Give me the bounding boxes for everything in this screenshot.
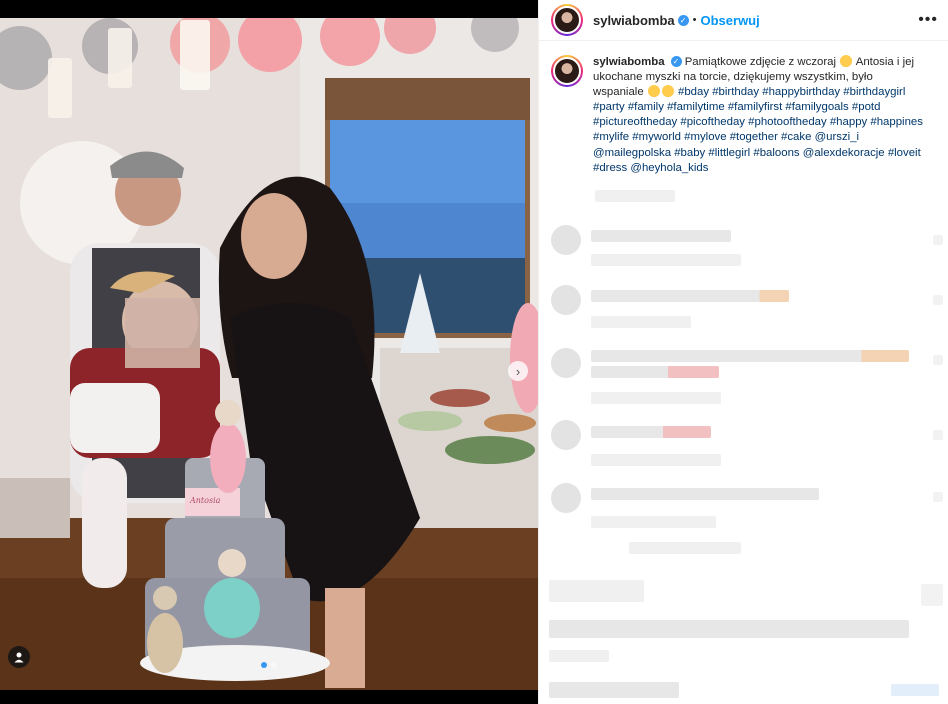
blurred-replies bbox=[629, 542, 741, 554]
blurred-comment-meta bbox=[591, 516, 716, 528]
caption-hashtags[interactable]: #baby #littlegirl #baloons bbox=[674, 147, 799, 159]
blurred-comment-meta bbox=[591, 392, 721, 404]
follow-button[interactable]: Obserwuj bbox=[701, 13, 760, 28]
blurred-comment bbox=[591, 426, 711, 438]
caption-text: sylwiabomba ✓ Pamiątkowe zdjęcie z wczora… bbox=[593, 55, 923, 176]
post-media-pane: Antosia › bbox=[0, 0, 538, 704]
bookmark-icon[interactable] bbox=[921, 584, 943, 606]
comment-avatar[interactable] bbox=[551, 225, 581, 255]
next-photo-button[interactable]: › bbox=[508, 361, 528, 381]
blurred-timestamp bbox=[595, 190, 675, 202]
avatar-photo bbox=[553, 6, 581, 34]
post-header: sylwiabomba ✓ • Obserwuj ••• bbox=[539, 0, 948, 41]
post-caption: sylwiabomba ✓ Pamiątkowe zdjęcie z wczora… bbox=[539, 41, 948, 176]
comment-avatar[interactable] bbox=[551, 420, 581, 450]
blurred-likes-line bbox=[549, 620, 909, 638]
carousel-dot bbox=[271, 662, 277, 668]
comment-like-icon[interactable] bbox=[933, 235, 943, 245]
caption-mention[interactable]: @heyhola_kids bbox=[630, 162, 708, 174]
blurred-comment bbox=[591, 350, 909, 362]
comment-avatar[interactable] bbox=[551, 348, 581, 378]
caption-body: Pamiątkowe zdjęcie z wczoraj bbox=[684, 56, 837, 68]
comment-like-icon[interactable] bbox=[933, 355, 943, 365]
comment-like-icon[interactable] bbox=[933, 492, 943, 502]
more-options-icon[interactable]: ••• bbox=[918, 11, 938, 29]
author-avatar[interactable] bbox=[551, 4, 583, 36]
caption-mention[interactable]: @urszi_i bbox=[815, 131, 859, 143]
carousel-dot-active bbox=[261, 662, 267, 668]
caption-username[interactable]: sylwiabomba bbox=[593, 56, 665, 68]
blurred-comment-meta bbox=[591, 254, 741, 266]
caption-avatar[interactable] bbox=[551, 55, 583, 87]
heart-eyes-emoji-icon bbox=[647, 85, 660, 98]
blurred-comment bbox=[591, 366, 719, 378]
caption-mention[interactable]: @alexdekoracje bbox=[803, 147, 885, 159]
caption-mention[interactable]: @mailegpolska bbox=[593, 147, 671, 159]
separator-dot: • bbox=[692, 14, 697, 26]
post-photo[interactable]: Antosia › bbox=[0, 18, 538, 690]
post-side-panel: sylwiabomba ✓ • Obserwuj ••• sylwiabomba… bbox=[538, 0, 948, 704]
cake-sign-text: Antosia bbox=[190, 496, 221, 505]
avatar-photo bbox=[553, 57, 581, 85]
comment-like-icon[interactable] bbox=[933, 295, 943, 305]
photo-illustration bbox=[0, 18, 538, 690]
comment-avatar[interactable] bbox=[551, 483, 581, 513]
comment-like-icon[interactable] bbox=[933, 430, 943, 440]
blurred-comment-input[interactable] bbox=[549, 682, 679, 698]
blurred-date bbox=[549, 650, 609, 662]
blurred-comment-meta bbox=[591, 454, 721, 466]
carousel-dots bbox=[0, 662, 538, 668]
smiling-face-emoji-icon bbox=[840, 55, 853, 67]
verified-badge-icon: ✓ bbox=[670, 56, 682, 68]
comment-avatar[interactable] bbox=[551, 285, 581, 315]
blurred-post-button[interactable] bbox=[891, 684, 939, 696]
heart-eyes-emoji-icon bbox=[661, 85, 674, 98]
verified-badge-icon: ✓ bbox=[677, 14, 689, 26]
blurred-comment bbox=[591, 488, 819, 500]
comments-list bbox=[539, 180, 948, 704]
blurred-action-bar bbox=[549, 580, 644, 602]
blurred-comment-meta bbox=[591, 316, 691, 328]
blurred-comment bbox=[591, 230, 731, 242]
chevron-right-icon: › bbox=[515, 363, 521, 379]
blurred-comment bbox=[591, 290, 789, 302]
author-username[interactable]: sylwiabomba bbox=[593, 13, 675, 28]
